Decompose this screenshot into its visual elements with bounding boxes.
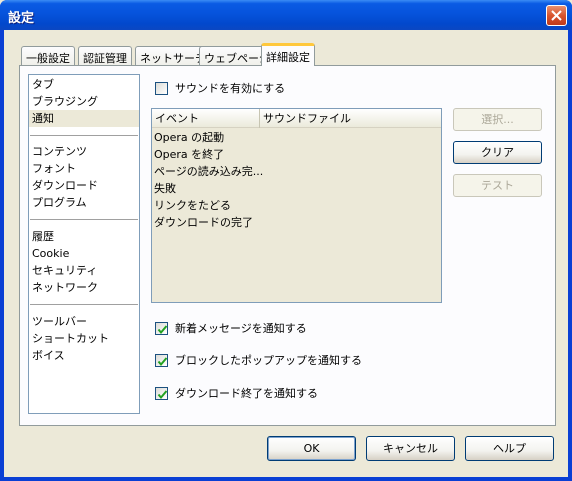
category-divider — [30, 219, 138, 220]
category-item-toolbars[interactable]: ツールバー — [29, 313, 139, 330]
category-item-network[interactable]: ネットワーク — [29, 279, 139, 296]
category-item-notifications[interactable]: 通知 — [29, 110, 139, 127]
category-item-tabs[interactable]: タブ — [29, 76, 139, 93]
cancel-button[interactable]: キャンセル — [366, 436, 455, 461]
enable-sound-label: サウンドを有効にする — [175, 82, 286, 95]
dialog-client: 一般設定 認証管理 ネットサーチ ウェブページ 詳細設定 タブ ブラウジング 通… — [4, 30, 568, 477]
enable-sound-checkbox[interactable] — [155, 81, 168, 95]
notify-new-message-checkbox[interactable] — [155, 321, 168, 335]
test-sound-button[interactable]: テスト — [453, 174, 542, 197]
settings-window: 設定 一般設定 認証管理 ネットサーチ ウェブページ 詳細設定 タブ ブラウジン… — [0, 0, 572, 481]
category-item-security[interactable]: セキュリティ — [29, 262, 139, 279]
tab-advanced[interactable]: 詳細設定 — [261, 43, 315, 66]
category-item-programs[interactable]: プログラム — [29, 194, 139, 211]
category-group-3: 履歴 Cookie セキュリティ ネットワーク — [29, 228, 139, 296]
list-item[interactable]: リンクをたどる — [152, 197, 441, 214]
sound-event-list[interactable]: イベント サウンドファイル Opera の起動 Opera を終了 ページの読み… — [151, 108, 442, 303]
category-divider — [30, 304, 138, 305]
notify-blocked-popup-checkbox[interactable] — [155, 353, 168, 367]
category-divider — [30, 135, 138, 136]
title-bar[interactable]: 設定 — [0, 0, 572, 30]
checkmark-icon — [157, 389, 168, 399]
list-item[interactable]: Opera の起動 — [152, 129, 441, 146]
notify-download-done-label: ダウンロード終了を通知する — [175, 387, 318, 400]
category-item-fonts[interactable]: フォント — [29, 160, 139, 177]
category-item-shortcuts[interactable]: ショートカット — [29, 330, 139, 347]
category-item-history[interactable]: 履歴 — [29, 228, 139, 245]
list-item[interactable]: ページの読み込み完... — [152, 163, 441, 180]
category-list[interactable]: タブ ブラウジング 通知 コンテンツ フォント ダウンロード プログラム 履歴 … — [28, 74, 140, 414]
help-button[interactable]: ヘルプ — [465, 436, 554, 461]
category-item-content[interactable]: コンテンツ — [29, 143, 139, 160]
column-header-event[interactable]: イベント — [152, 109, 260, 128]
clear-sound-button[interactable]: クリア — [453, 141, 542, 164]
list-header: イベント サウンドファイル — [152, 109, 441, 128]
column-header-sound-file[interactable]: サウンドファイル — [260, 109, 441, 128]
checkmark-icon — [157, 324, 168, 334]
notify-download-done-checkbox[interactable] — [155, 386, 168, 400]
enable-sound-option[interactable]: サウンドを有効にする — [155, 80, 285, 96]
category-group-4: ツールバー ショートカット ボイス — [29, 313, 139, 364]
notify-blocked-popup-label: ブロックしたポップアップを通知する — [175, 354, 362, 367]
close-button[interactable] — [546, 5, 567, 26]
list-item[interactable]: ダウンロードの完了 — [152, 214, 441, 231]
checkmark-icon — [157, 356, 168, 366]
ok-button[interactable]: OK — [267, 436, 356, 461]
list-item[interactable]: 失敗 — [152, 180, 441, 197]
category-item-browsing[interactable]: ブラウジング — [29, 93, 139, 110]
category-item-cookies[interactable]: Cookie — [29, 245, 139, 262]
advanced-tab-panel: タブ ブラウジング 通知 コンテンツ フォント ダウンロード プログラム 履歴 … — [19, 65, 556, 426]
list-item[interactable]: Opera を終了 — [152, 146, 441, 163]
close-icon — [551, 10, 562, 21]
category-group-2: コンテンツ フォント ダウンロード プログラム — [29, 143, 139, 211]
tab-general[interactable]: 一般設定 — [21, 46, 75, 65]
notify-download-done-option[interactable]: ダウンロード終了を通知する — [155, 385, 318, 401]
notify-blocked-popup-option[interactable]: ブロックしたポップアップを通知する — [155, 352, 362, 368]
category-item-downloads[interactable]: ダウンロード — [29, 177, 139, 194]
category-item-voice[interactable]: ボイス — [29, 347, 139, 364]
notify-new-message-option[interactable]: 新着メッセージを通知する — [155, 320, 307, 336]
notify-new-message-label: 新着メッセージを通知する — [175, 322, 307, 335]
event-rows: Opera の起動 Opera を終了 ページの読み込み完... 失敗 リンクを… — [152, 129, 441, 231]
category-group-1: タブ ブラウジング 通知 — [29, 76, 139, 127]
window-title: 設定 — [8, 11, 35, 26]
select-sound-button[interactable]: 選択... — [453, 108, 542, 131]
tab-security[interactable]: 認証管理 — [78, 46, 132, 65]
